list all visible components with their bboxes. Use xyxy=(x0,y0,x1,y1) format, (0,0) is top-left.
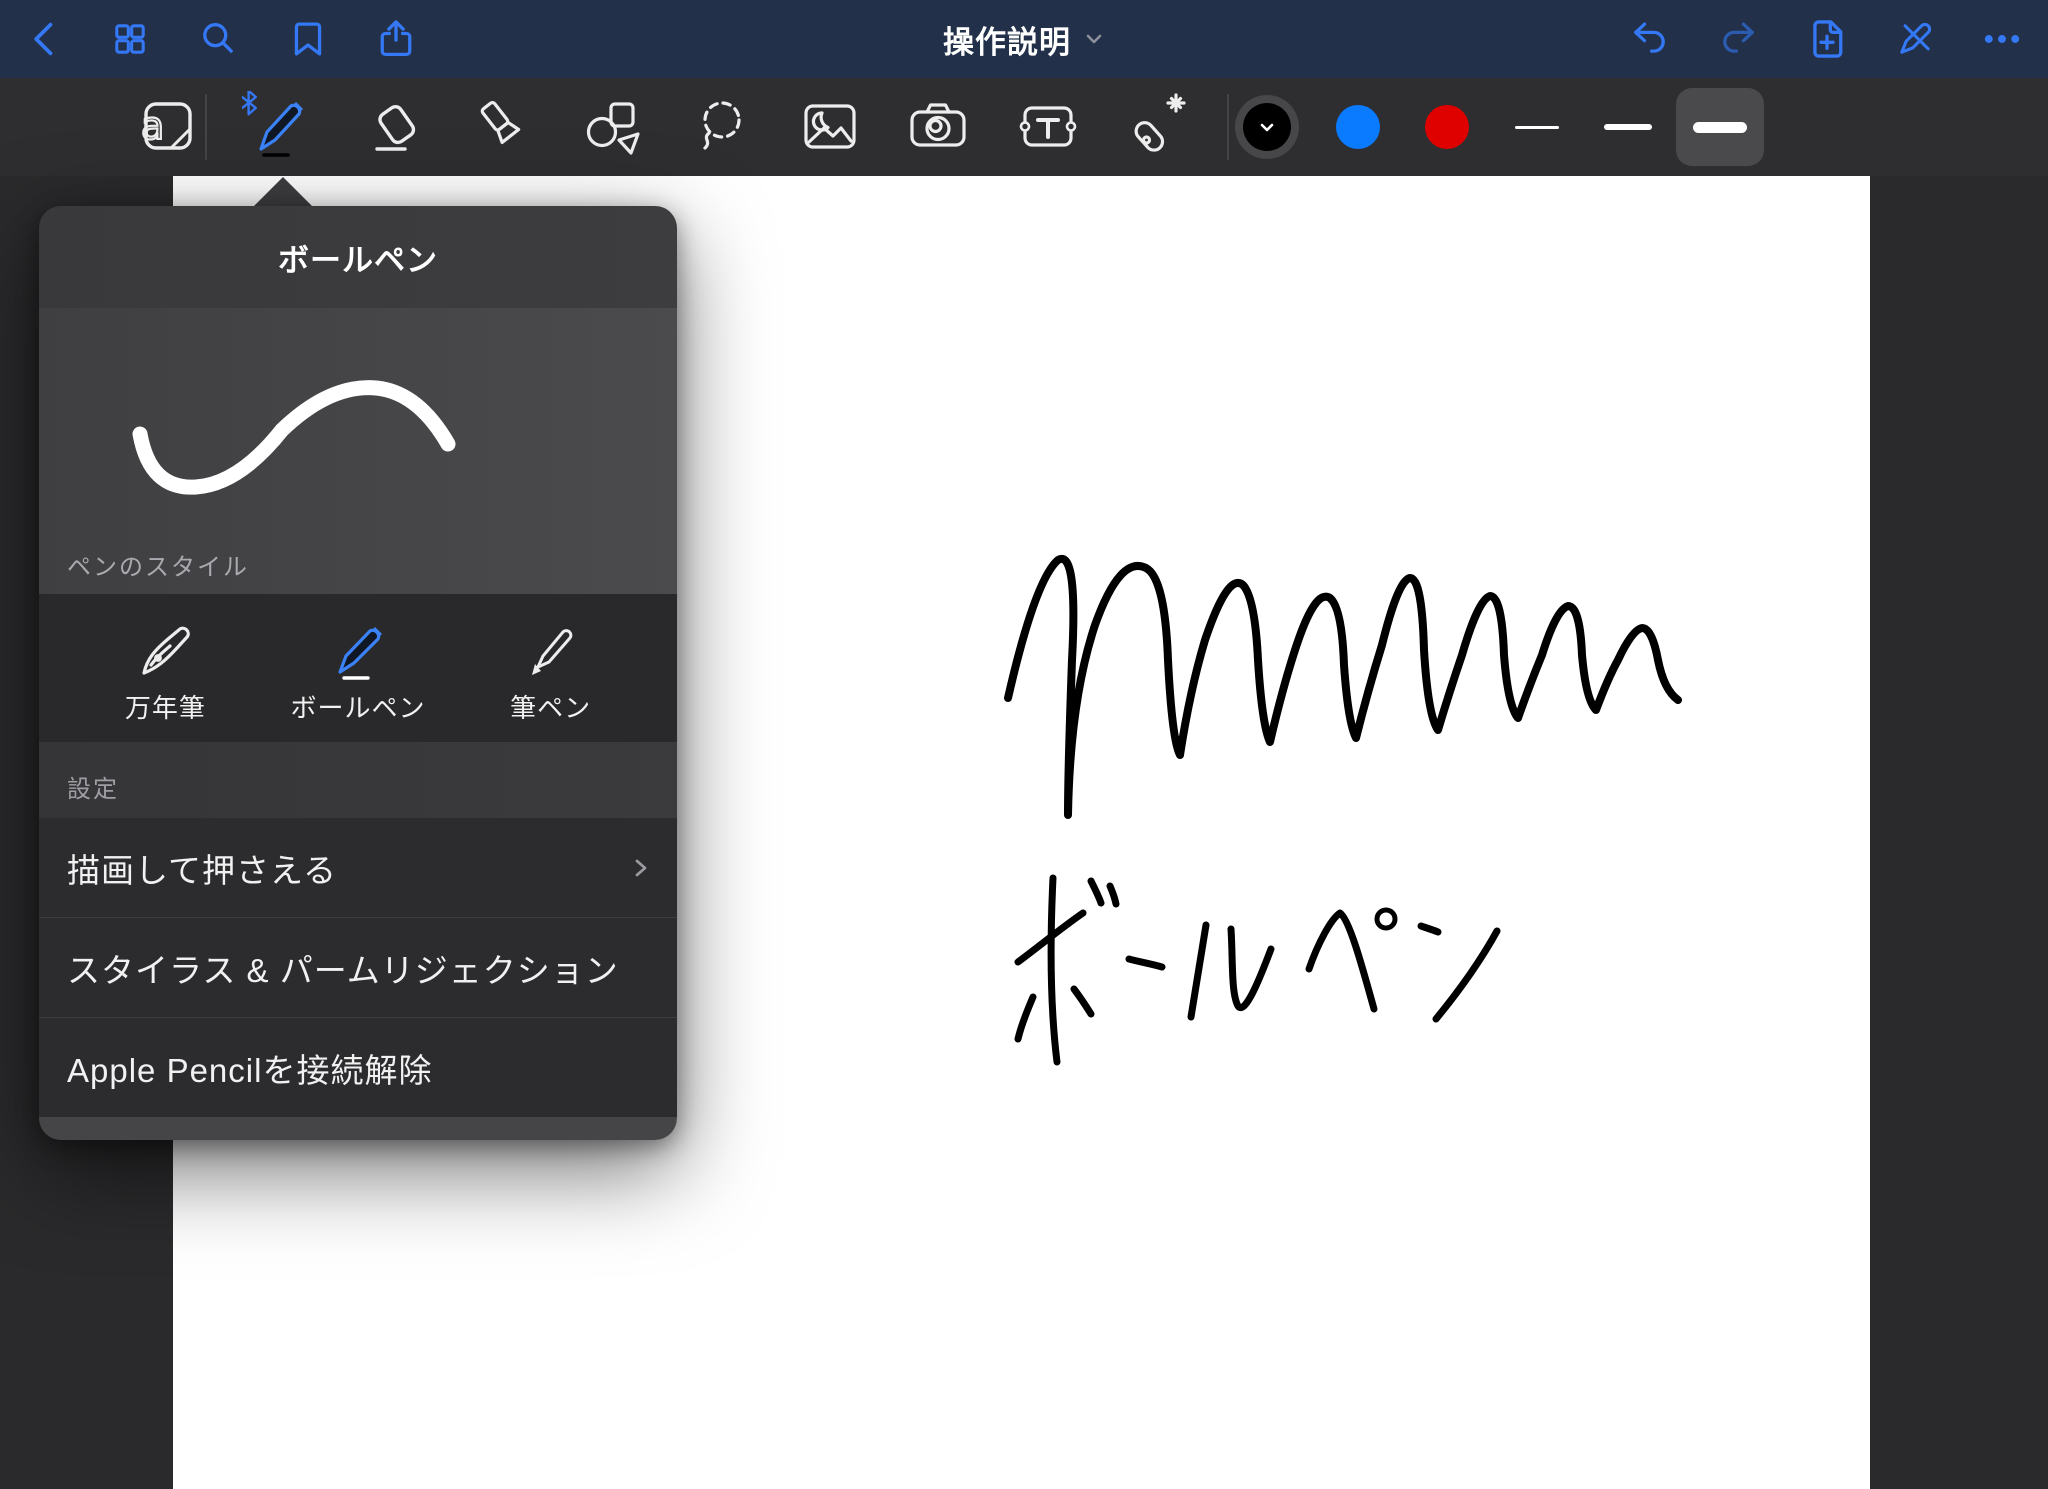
settings-section-header: 設定 xyxy=(39,742,677,818)
color-swatch-black[interactable] xyxy=(1222,78,1312,176)
laser-pointer-tool[interactable] xyxy=(1113,78,1203,176)
pen-style-label: 万年筆 xyxy=(125,688,206,725)
app-window: 操作説明 xyxy=(0,0,2048,1489)
color-swatch-red[interactable] xyxy=(1402,78,1492,176)
popover-header: ボールペン xyxy=(39,206,677,308)
undo-icon xyxy=(1628,17,1672,61)
pen-settings-popover: ボールペン ペンのスタイル 万年筆 xyxy=(39,206,677,1140)
document-title-button[interactable]: 操作説明 xyxy=(943,0,1105,78)
brush-pen-icon xyxy=(513,612,589,688)
selected-color-ring xyxy=(1235,95,1299,159)
stroke-width-thick[interactable] xyxy=(1676,88,1764,166)
highlighter-icon xyxy=(467,91,539,163)
shapes-icon xyxy=(576,91,648,163)
popover-footer xyxy=(39,1117,677,1140)
highlighter-tool[interactable] xyxy=(458,78,548,176)
text-tool[interactable] xyxy=(1003,78,1093,176)
stroke-preview: ペンのスタイル xyxy=(39,308,677,594)
navigation-bar: 操作説明 xyxy=(0,0,2048,78)
more-icon xyxy=(1980,17,2024,61)
popover-title: ボールペン xyxy=(278,235,438,280)
pen-style-label: 筆ペン xyxy=(510,688,591,725)
stroke-width-thin[interactable] xyxy=(1493,88,1581,166)
search-button[interactable] xyxy=(185,6,251,72)
setting-row-stylus-palm-rejection[interactable]: スタイラス & パームリジェクション xyxy=(39,917,677,1017)
redo-icon xyxy=(1716,17,1760,61)
chevron-down-icon xyxy=(1254,114,1280,140)
fountain-pen-icon xyxy=(127,612,203,688)
laser-pointer-icon xyxy=(1122,91,1194,163)
setting-label: 描画して押さえる xyxy=(67,844,337,892)
shapes-tool[interactable] xyxy=(567,78,657,176)
back-button[interactable] xyxy=(12,6,78,72)
popover-arrow xyxy=(253,177,313,207)
pen-style-section-label: ペンのスタイル xyxy=(67,547,249,582)
eraser-tool[interactable] xyxy=(355,78,445,176)
pen-style-label: ボールペン xyxy=(291,688,426,725)
pen-style-fountain[interactable]: 万年筆 xyxy=(69,594,262,742)
add-page-icon xyxy=(1805,17,1849,61)
lasso-tool[interactable] xyxy=(677,78,767,176)
camera-tool[interactable] xyxy=(893,78,983,176)
zoom-window-icon: a xyxy=(132,91,204,163)
thumbnails-button[interactable] xyxy=(97,6,163,72)
ballpoint-pen-icon xyxy=(320,612,396,688)
setting-row-disconnect-apple-pencil[interactable]: Apple Pencilを接続解除 xyxy=(39,1017,677,1117)
grid-icon xyxy=(108,17,152,61)
chevron-right-icon xyxy=(629,856,653,880)
bookmark-button[interactable] xyxy=(275,6,341,72)
image-tool[interactable] xyxy=(785,78,875,176)
pen-style-brush[interactable]: 筆ペン xyxy=(454,594,647,742)
add-page-button[interactable] xyxy=(1794,6,1860,72)
camera-icon xyxy=(902,91,974,163)
pen-style-row: 万年筆 ボールペン 筆ペン xyxy=(39,594,677,742)
eraser-icon xyxy=(364,91,436,163)
stroke-width-medium[interactable] xyxy=(1584,88,1672,166)
lasso-icon xyxy=(686,91,758,163)
zoom-window-tool[interactable]: a xyxy=(123,78,213,176)
back-icon xyxy=(23,17,67,61)
pen-mode-toggle-button[interactable] xyxy=(1882,6,1948,72)
svg-text:a: a xyxy=(141,104,164,148)
toolbar-separator xyxy=(205,94,207,160)
bluetooth-icon xyxy=(242,91,256,114)
pen-crossed-icon xyxy=(1893,17,1937,61)
setting-row-press-and-hold[interactable]: 描画して押さえる xyxy=(39,818,677,917)
redo-button[interactable] xyxy=(1705,6,1771,72)
share-button[interactable] xyxy=(363,6,429,72)
bookmark-icon xyxy=(286,17,330,61)
image-icon xyxy=(794,91,866,163)
more-button[interactable] xyxy=(1969,6,2035,72)
page-title: 操作説明 xyxy=(943,17,1071,62)
text-icon xyxy=(1012,91,1084,163)
share-icon xyxy=(374,17,418,61)
pen-tool[interactable] xyxy=(233,78,323,176)
tools-toolbar: a xyxy=(0,78,2048,176)
pen-style-ballpoint[interactable]: ボールペン xyxy=(262,594,455,742)
setting-label: スタイラス & パームリジェクション xyxy=(67,944,619,992)
chevron-down-icon xyxy=(1083,28,1105,50)
setting-label: Apple Pencilを接続解除 xyxy=(67,1044,432,1092)
undo-button[interactable] xyxy=(1617,6,1683,72)
settings-section-label: 設定 xyxy=(67,769,119,804)
pen-icon xyxy=(242,91,314,163)
settings-rows: 描画して押さえる スタイラス & パームリジェクション Apple Pencil… xyxy=(39,818,677,1117)
color-swatch-blue[interactable] xyxy=(1313,78,1403,176)
search-icon xyxy=(196,17,240,61)
